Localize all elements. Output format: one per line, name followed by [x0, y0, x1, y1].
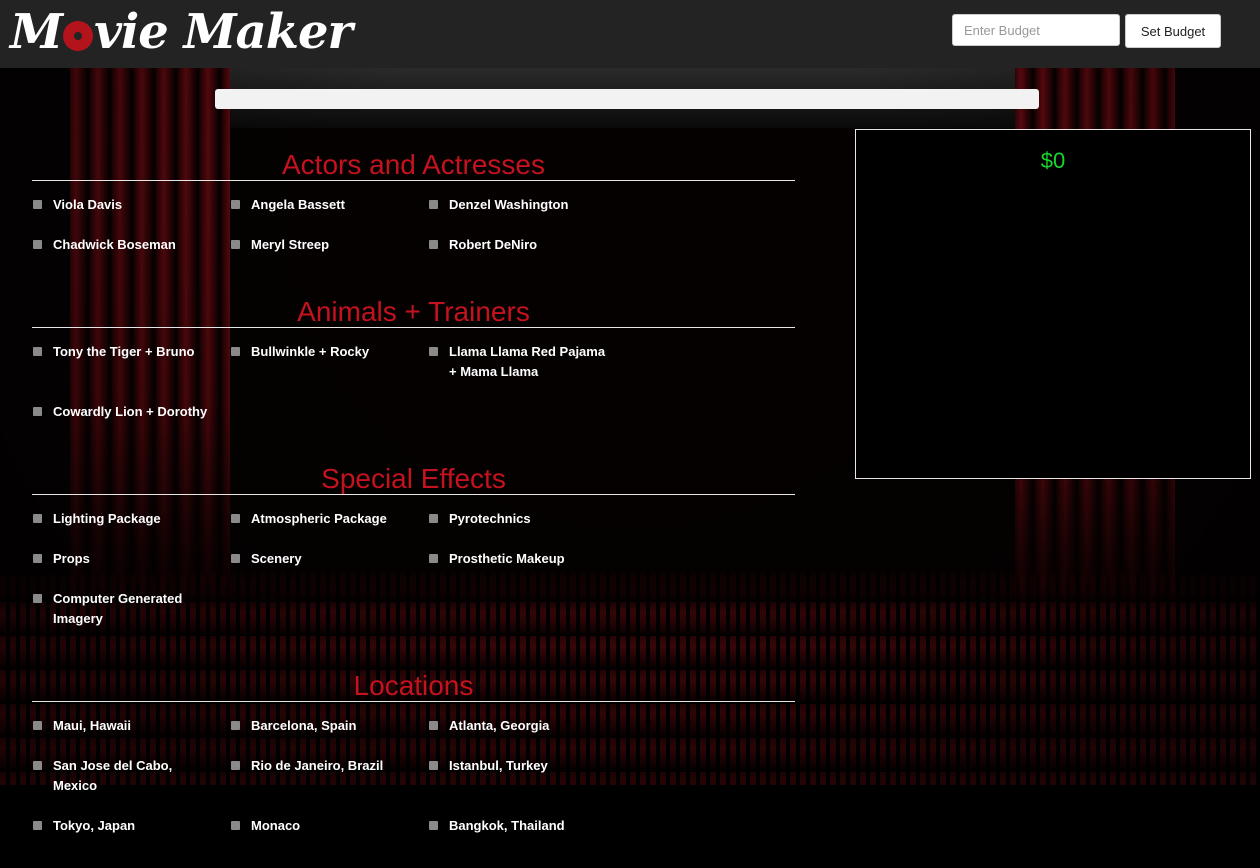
option-label: San Jose del Cabo, Mexico [53, 758, 173, 793]
section-animals-trainers: Animals + Trainers Tony the Tiger + Bruno… [32, 287, 795, 454]
option-list: Viola Davis Angela Bassett Denzel Washingt… [32, 181, 795, 287]
budget-input[interactable] [952, 14, 1120, 46]
section-title: Animals + Trainers [32, 287, 795, 328]
option-item[interactable]: Monaco [230, 816, 428, 836]
option-label: Angela Bassett [251, 197, 345, 212]
checkbox-icon[interactable] [231, 514, 240, 523]
option-list: Maui, Hawaii Barcelona, Spain Atlanta, Geo… [32, 702, 795, 868]
option-label: Computer Generated Imagery [53, 591, 183, 626]
section-title: Actors and Actresses [32, 140, 795, 181]
logo: Mvie Maker [10, 4, 353, 60]
option-label: Chadwick Boseman [53, 237, 176, 252]
option-item[interactable]: Istanbul, Turkey [428, 756, 626, 796]
checkbox-icon[interactable] [429, 514, 438, 523]
checkbox-icon[interactable] [231, 721, 240, 730]
option-item[interactable]: Bangkok, Thailand [428, 816, 626, 836]
checkbox-icon[interactable] [231, 554, 240, 563]
option-label: Bullwinkle + Rocky [251, 344, 370, 359]
option-item[interactable]: Llama Llama Red Pajama + Mama Llama [428, 342, 626, 382]
option-item[interactable]: Barcelona, Spain [230, 716, 428, 736]
budget-progress-bar [215, 89, 1039, 109]
option-label: Atmospheric Package [251, 511, 387, 526]
option-label: Lighting Package [53, 511, 161, 526]
option-label: Robert DeNiro [449, 237, 538, 252]
section-actors-and-actresses: Actors and Actresses Viola Davis Angela Ba… [32, 140, 795, 287]
option-label: Atlanta, Georgia [449, 718, 550, 733]
option-label: Viola Davis [53, 197, 123, 212]
total-cost: $0 [1040, 148, 1066, 173]
option-label: Tony the Tiger + Bruno [53, 344, 195, 359]
section-title: Locations [32, 661, 795, 702]
checkbox-icon[interactable] [231, 761, 240, 770]
checkbox-icon[interactable] [429, 721, 438, 730]
checkbox-icon[interactable] [429, 554, 438, 563]
option-item[interactable]: Atlanta, Georgia [428, 716, 626, 736]
option-item[interactable]: Pyrotechnics [428, 509, 626, 529]
option-label: Denzel Washington [449, 197, 569, 212]
option-item[interactable]: Props [32, 549, 230, 569]
option-item[interactable]: Atmospheric Package [230, 509, 428, 529]
option-item[interactable]: Robert DeNiro [428, 235, 626, 255]
checkbox-icon[interactable] [33, 347, 42, 356]
option-label: Scenery [251, 551, 302, 566]
option-label: Cowardly Lion + Dorothy [53, 404, 208, 419]
option-label: Rio de Janeiro, Brazil [251, 758, 384, 773]
option-item[interactable]: Rio de Janeiro, Brazil [230, 756, 428, 796]
checkbox-icon[interactable] [231, 200, 240, 209]
options-panel: Actors and Actresses Viola Davis Angela Ba… [32, 140, 795, 868]
checkbox-icon[interactable] [33, 821, 42, 830]
section-locations: Locations Maui, Hawaii Barcelona, Spain Atl… [32, 661, 795, 868]
option-label: Barcelona, Spain [251, 718, 357, 733]
checkbox-icon[interactable] [33, 240, 42, 249]
checkbox-icon[interactable] [33, 594, 42, 603]
option-label: Pyrotechnics [449, 511, 531, 526]
option-item[interactable]: Lighting Package [32, 509, 230, 529]
checkbox-icon[interactable] [33, 407, 42, 416]
option-item[interactable]: Scenery [230, 549, 428, 569]
option-item[interactable]: Angela Bassett [230, 195, 428, 215]
section-title: Special Effects [32, 454, 795, 495]
set-budget-button[interactable]: Set Budget [1125, 14, 1221, 48]
checkbox-icon[interactable] [429, 200, 438, 209]
option-label: Tokyo, Japan [53, 818, 136, 833]
option-item[interactable]: Computer Generated Imagery [32, 589, 230, 629]
top-bar: Mvie Maker Set Budget [0, 0, 1260, 68]
option-label: Bangkok, Thailand [449, 818, 565, 833]
option-label: Props [53, 551, 90, 566]
option-item[interactable]: Denzel Washington [428, 195, 626, 215]
checkbox-icon[interactable] [33, 761, 42, 770]
checkbox-icon[interactable] [429, 347, 438, 356]
option-item[interactable]: Chadwick Boseman [32, 235, 230, 255]
option-item[interactable]: Tony the Tiger + Bruno [32, 342, 230, 382]
option-label: Llama Llama Red Pajama + Mama Llama [449, 344, 606, 379]
option-label: Istanbul, Turkey [449, 758, 548, 773]
option-item[interactable]: Meryl Streep [230, 235, 428, 255]
option-label: Prosthetic Makeup [449, 551, 565, 566]
option-label: Maui, Hawaii [53, 718, 132, 733]
option-list: Lighting Package Atmospheric Package Pyrot… [32, 495, 795, 661]
checkbox-icon[interactable] [33, 200, 42, 209]
option-item[interactable]: Prosthetic Makeup [428, 549, 626, 569]
option-list: Tony the Tiger + Bruno Bullwinkle + Rocky… [32, 328, 795, 454]
option-item[interactable]: Tokyo, Japan [32, 816, 230, 836]
checkbox-icon[interactable] [231, 240, 240, 249]
checkbox-icon[interactable] [231, 347, 240, 356]
checkbox-icon[interactable] [429, 821, 438, 830]
option-label: Monaco [251, 818, 301, 833]
film-reel-icon [63, 20, 94, 51]
option-item[interactable]: San Jose del Cabo, Mexico [32, 756, 230, 796]
checkbox-icon[interactable] [33, 514, 42, 523]
checkbox-icon[interactable] [33, 554, 42, 563]
option-item[interactable]: Cowardly Lion + Dorothy [32, 402, 230, 422]
option-item[interactable]: Viola Davis [32, 195, 230, 215]
summary-panel: $0 [855, 129, 1251, 479]
checkbox-icon[interactable] [429, 240, 438, 249]
option-item[interactable]: Maui, Hawaii [32, 716, 230, 736]
option-item[interactable]: Bullwinkle + Rocky [230, 342, 428, 382]
checkbox-icon[interactable] [231, 821, 240, 830]
option-label: Meryl Streep [251, 237, 330, 252]
checkbox-icon[interactable] [429, 761, 438, 770]
checkbox-icon[interactable] [33, 721, 42, 730]
section-special-effects: Special Effects Lighting Package Atmospher… [32, 454, 795, 661]
